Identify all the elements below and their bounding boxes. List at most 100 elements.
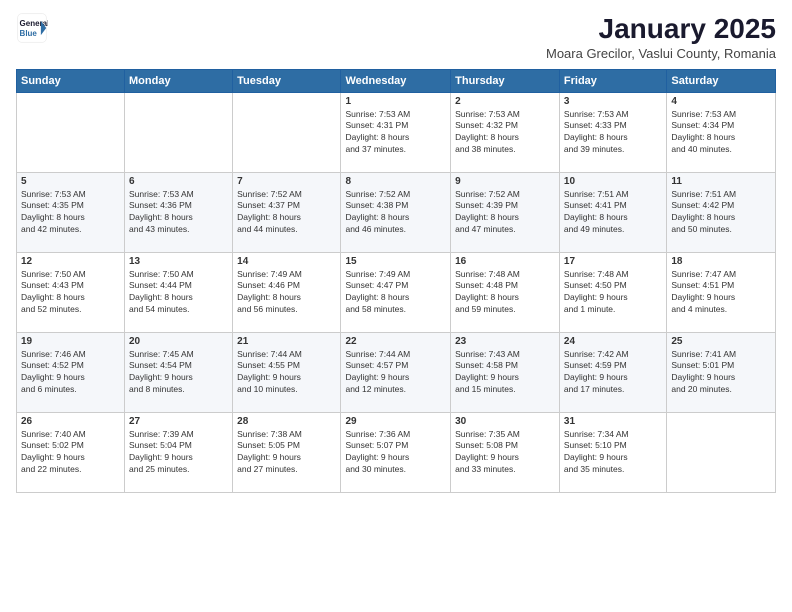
- day-info: and 22 minutes.: [21, 464, 120, 476]
- day-number: 28: [237, 416, 336, 427]
- day-info: and 12 minutes.: [345, 384, 446, 396]
- day-info: and 40 minutes.: [671, 144, 771, 156]
- day-info: Sunrise: 7:53 AM: [455, 109, 555, 121]
- table-row: 9Sunrise: 7:52 AMSunset: 4:39 PMDaylight…: [451, 172, 560, 252]
- day-info: Sunset: 4:33 PM: [564, 120, 662, 132]
- day-info: Sunrise: 7:38 AM: [237, 429, 336, 441]
- table-row: 14Sunrise: 7:49 AMSunset: 4:46 PMDayligh…: [233, 252, 341, 332]
- day-info: Daylight: 9 hours: [21, 452, 120, 464]
- table-row: [125, 92, 233, 172]
- day-info: Daylight: 9 hours: [345, 372, 446, 384]
- table-row: 30Sunrise: 7:35 AMSunset: 5:08 PMDayligh…: [451, 412, 560, 492]
- day-number: 16: [455, 256, 555, 267]
- day-info: and 17 minutes.: [564, 384, 662, 396]
- table-row: 18Sunrise: 7:47 AMSunset: 4:51 PMDayligh…: [667, 252, 776, 332]
- day-info: Sunset: 4:31 PM: [345, 120, 446, 132]
- day-info: Sunset: 4:58 PM: [455, 360, 555, 372]
- table-row: 25Sunrise: 7:41 AMSunset: 5:01 PMDayligh…: [667, 332, 776, 412]
- day-number: 6: [129, 176, 228, 187]
- page-subtitle: Moara Grecilor, Vaslui County, Romania: [546, 46, 776, 61]
- day-info: Daylight: 8 hours: [345, 212, 446, 224]
- day-info: Sunset: 5:08 PM: [455, 440, 555, 452]
- day-number: 27: [129, 416, 228, 427]
- day-info: and 59 minutes.: [455, 304, 555, 316]
- table-row: 29Sunrise: 7:36 AMSunset: 5:07 PMDayligh…: [341, 412, 451, 492]
- calendar-table: Sunday Monday Tuesday Wednesday Thursday…: [16, 69, 776, 493]
- day-info: Sunset: 4:43 PM: [21, 280, 120, 292]
- table-row: 3Sunrise: 7:53 AMSunset: 4:33 PMDaylight…: [559, 92, 666, 172]
- day-info: Sunset: 4:51 PM: [671, 280, 771, 292]
- day-info: and 33 minutes.: [455, 464, 555, 476]
- table-row: 28Sunrise: 7:38 AMSunset: 5:05 PMDayligh…: [233, 412, 341, 492]
- day-info: Sunrise: 7:53 AM: [21, 189, 120, 201]
- day-info: and 30 minutes.: [345, 464, 446, 476]
- day-info: Sunset: 4:42 PM: [671, 200, 771, 212]
- day-info: Daylight: 8 hours: [455, 292, 555, 304]
- table-row: 6Sunrise: 7:53 AMSunset: 4:36 PMDaylight…: [125, 172, 233, 252]
- table-row: 22Sunrise: 7:44 AMSunset: 4:57 PMDayligh…: [341, 332, 451, 412]
- day-info: Sunrise: 7:47 AM: [671, 269, 771, 281]
- day-info: and 46 minutes.: [345, 224, 446, 236]
- day-info: Daylight: 9 hours: [129, 372, 228, 384]
- day-number: 19: [21, 336, 120, 347]
- day-info: and 47 minutes.: [455, 224, 555, 236]
- day-info: Sunset: 4:38 PM: [345, 200, 446, 212]
- calendar-page: General Blue January 2025 Moara Grecilor…: [0, 0, 792, 612]
- day-info: Daylight: 9 hours: [455, 452, 555, 464]
- table-row: 2Sunrise: 7:53 AMSunset: 4:32 PMDaylight…: [451, 92, 560, 172]
- day-info: Sunrise: 7:40 AM: [21, 429, 120, 441]
- day-info: Daylight: 9 hours: [564, 452, 662, 464]
- col-monday: Monday: [125, 69, 233, 92]
- day-number: 15: [345, 256, 446, 267]
- day-number: 12: [21, 256, 120, 267]
- day-number: 22: [345, 336, 446, 347]
- day-number: 20: [129, 336, 228, 347]
- day-number: 23: [455, 336, 555, 347]
- day-info: Daylight: 9 hours: [345, 452, 446, 464]
- table-row: 11Sunrise: 7:51 AMSunset: 4:42 PMDayligh…: [667, 172, 776, 252]
- day-number: 2: [455, 96, 555, 107]
- day-info: and 15 minutes.: [455, 384, 555, 396]
- day-info: Sunrise: 7:43 AM: [455, 349, 555, 361]
- day-info: Sunrise: 7:48 AM: [455, 269, 555, 281]
- day-info: Sunrise: 7:44 AM: [345, 349, 446, 361]
- day-info: Sunrise: 7:39 AM: [129, 429, 228, 441]
- calendar-header-row: Sunday Monday Tuesday Wednesday Thursday…: [17, 69, 776, 92]
- day-info: Sunset: 4:47 PM: [345, 280, 446, 292]
- table-row: 8Sunrise: 7:52 AMSunset: 4:38 PMDaylight…: [341, 172, 451, 252]
- day-info: Sunset: 4:54 PM: [129, 360, 228, 372]
- day-info: and 49 minutes.: [564, 224, 662, 236]
- day-info: Sunrise: 7:51 AM: [564, 189, 662, 201]
- page-title: January 2025: [546, 12, 776, 46]
- table-row: [667, 412, 776, 492]
- table-row: 13Sunrise: 7:50 AMSunset: 4:44 PMDayligh…: [125, 252, 233, 332]
- day-number: 3: [564, 96, 662, 107]
- day-info: Daylight: 9 hours: [564, 372, 662, 384]
- day-info: Daylight: 9 hours: [564, 292, 662, 304]
- day-info: Daylight: 9 hours: [671, 372, 771, 384]
- day-info: and 44 minutes.: [237, 224, 336, 236]
- day-info: and 42 minutes.: [21, 224, 120, 236]
- day-info: Daylight: 8 hours: [129, 292, 228, 304]
- table-row: 27Sunrise: 7:39 AMSunset: 5:04 PMDayligh…: [125, 412, 233, 492]
- day-info: Sunrise: 7:45 AM: [129, 349, 228, 361]
- day-info: Daylight: 8 hours: [671, 212, 771, 224]
- day-info: Sunset: 4:39 PM: [455, 200, 555, 212]
- day-info: Sunset: 5:01 PM: [671, 360, 771, 372]
- day-info: Sunset: 4:55 PM: [237, 360, 336, 372]
- day-info: Daylight: 8 hours: [455, 212, 555, 224]
- day-info: Sunrise: 7:52 AM: [345, 189, 446, 201]
- day-info: Sunrise: 7:35 AM: [455, 429, 555, 441]
- day-info: Daylight: 8 hours: [564, 132, 662, 144]
- col-wednesday: Wednesday: [341, 69, 451, 92]
- day-info: Sunset: 4:59 PM: [564, 360, 662, 372]
- day-info: Sunrise: 7:46 AM: [21, 349, 120, 361]
- table-row: 10Sunrise: 7:51 AMSunset: 4:41 PMDayligh…: [559, 172, 666, 252]
- day-number: 26: [21, 416, 120, 427]
- day-info: Sunrise: 7:48 AM: [564, 269, 662, 281]
- day-info: Sunrise: 7:50 AM: [21, 269, 120, 281]
- day-info: Sunset: 4:52 PM: [21, 360, 120, 372]
- day-info: and 35 minutes.: [564, 464, 662, 476]
- day-info: Sunset: 4:44 PM: [129, 280, 228, 292]
- day-info: Sunrise: 7:52 AM: [237, 189, 336, 201]
